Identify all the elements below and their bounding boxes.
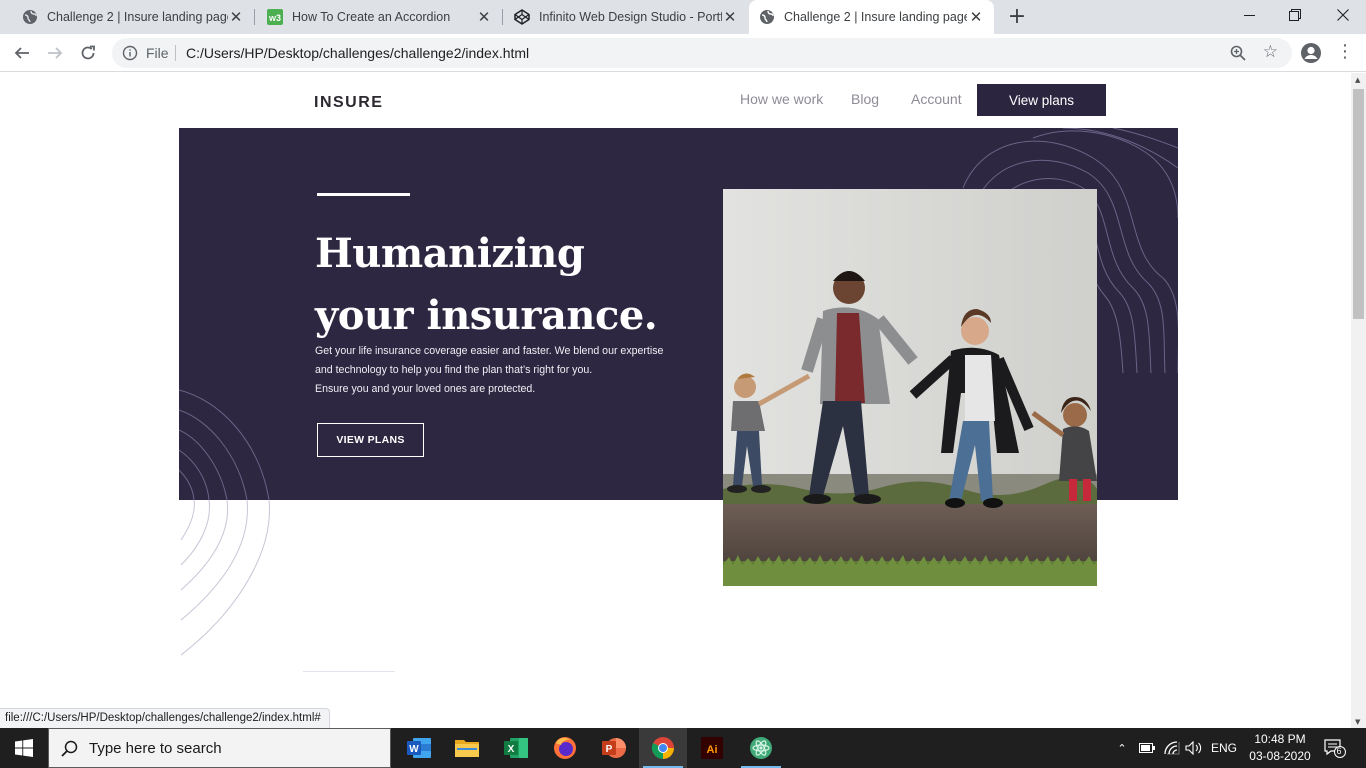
codepen-icon	[514, 9, 530, 25]
tab-title: Challenge 2 | Insure landing page	[784, 10, 967, 24]
tab-infinito[interactable]: Infinito Web Design Studio - Portfolio ✕	[502, 0, 748, 34]
view-plans-nav-button[interactable]: View plans	[977, 84, 1106, 116]
close-tab-icon[interactable]: ✕	[968, 8, 984, 26]
reload-button[interactable]	[76, 41, 100, 65]
chrome-icon[interactable]	[639, 728, 687, 768]
w3schools-icon: w3	[267, 9, 283, 25]
page-viewport: INSURE How we work Blog Account View pla…	[0, 73, 1350, 728]
section-rule	[303, 671, 395, 672]
close-tab-icon[interactable]: ✕	[228, 8, 244, 26]
url-text[interactable]: C:/Users/HP/Desktop/challenges/challenge…	[186, 45, 529, 61]
firefox-icon[interactable]	[541, 728, 589, 768]
tab-insure-active[interactable]: Challenge 2 | Insure landing page ✕	[749, 0, 994, 34]
close-tab-icon[interactable]: ✕	[722, 8, 738, 26]
contour-pattern-lower	[180, 500, 270, 656]
start-button[interactable]	[0, 728, 48, 768]
omnibox-divider	[175, 45, 176, 61]
tab-title: How To Create an Accordion	[292, 10, 451, 24]
bookmark-star-icon[interactable]: ☆	[1263, 44, 1278, 61]
tab-strip: Challenge 2 | Insure landing page ✕ w3 H…	[0, 0, 1366, 34]
family-photo	[723, 189, 1097, 586]
browser-toolbar: File C:/Users/HP/Desktop/challenges/chal…	[0, 34, 1366, 72]
tab-accordion[interactable]: w3 How To Create an Accordion ✕	[254, 0, 502, 34]
wifi-icon[interactable]	[1162, 728, 1182, 768]
file-explorer-icon[interactable]	[443, 728, 491, 768]
clock-time: 10:48 PM	[1254, 732, 1306, 746]
illustrator-icon[interactable]: Ai	[688, 728, 736, 768]
word-icon[interactable]: W	[395, 728, 443, 768]
page-scrollbar[interactable]: ▲ ▼	[1351, 73, 1366, 728]
taskbar-search-box[interactable]: Type here to search	[48, 728, 391, 768]
nav-link-how-we-work[interactable]: How we work	[740, 91, 823, 107]
action-center-icon[interactable]: 6	[1322, 728, 1348, 768]
svg-text:w3: w3	[268, 13, 281, 23]
svg-text:P: P	[606, 744, 613, 755]
hero-title-line: Humanizing	[315, 230, 585, 277]
scroll-down-arrow-icon[interactable]: ▼	[1355, 718, 1360, 726]
nav-link-account[interactable]: Account	[911, 91, 962, 107]
hero-description-line: Ensure you and your loved ones are prote…	[315, 383, 536, 395]
hero-description-line: Get your life insurance coverage easier …	[315, 345, 664, 357]
site-logo[interactable]: INSURE	[314, 94, 383, 112]
globe-icon	[759, 9, 775, 25]
info-icon[interactable]	[122, 45, 138, 61]
show-hidden-icons-chevron-icon[interactable]: ⌃	[1114, 728, 1130, 768]
hero-accent-rule	[317, 193, 410, 196]
clock-date: 03-08-2020	[1249, 749, 1311, 763]
hero-title: Humanizing your insurance.	[315, 223, 715, 347]
hero-contour-pattern-left	[179, 389, 270, 500]
globe-icon	[22, 9, 38, 25]
atom-icon[interactable]	[737, 728, 785, 768]
link-status-bar: file:///C:/Users/HP/Desktop/challenges/c…	[0, 708, 330, 728]
search-icon	[61, 740, 78, 761]
forward-button[interactable]	[43, 41, 67, 65]
volume-icon[interactable]	[1184, 728, 1204, 768]
close-tab-icon[interactable]: ✕	[476, 8, 492, 26]
hero-title-line: your insurance.	[315, 292, 658, 339]
powerpoint-icon[interactable]: P	[590, 728, 638, 768]
profile-avatar-icon[interactable]	[1300, 42, 1322, 64]
notification-count: 6	[1336, 746, 1342, 756]
scrollbar-thumb[interactable]	[1353, 89, 1364, 319]
system-clock[interactable]: 10:48 PM 03-08-2020	[1240, 731, 1320, 765]
browser-menu-icon[interactable]: ⋮	[1336, 42, 1354, 62]
tab-title: Infinito Web Design Studio - Portfolio	[539, 10, 722, 24]
svg-text:Ai: Ai	[707, 744, 718, 756]
address-bar[interactable]: File C:/Users/HP/Desktop/challenges/chal…	[112, 38, 1292, 68]
windows-taskbar: Type here to search W X P Ai ⌃ ENG 10:48…	[0, 728, 1366, 768]
search-placeholder: Type here to search	[89, 740, 222, 757]
svg-text:W: W	[409, 744, 419, 755]
zoom-icon[interactable]	[1230, 45, 1246, 65]
back-button[interactable]	[10, 41, 34, 65]
input-language[interactable]: ENG	[1208, 728, 1240, 768]
excel-icon[interactable]: X	[492, 728, 540, 768]
hero-description-line: and technology to help you find the plan…	[315, 364, 593, 376]
tab-insure-1[interactable]: Challenge 2 | Insure landing page ✕	[0, 0, 254, 34]
svg-text:X: X	[508, 744, 515, 755]
battery-icon[interactable]	[1138, 728, 1156, 768]
hero-description: Get your life insurance coverage easier …	[315, 342, 715, 399]
minimize-button[interactable]	[1226, 0, 1272, 30]
view-plans-hero-button[interactable]: VIEW PLANS	[317, 423, 424, 457]
windows-logo-icon	[15, 739, 33, 757]
nav-link-blog[interactable]: Blog	[851, 91, 879, 107]
tab-title: Challenge 2 | Insure landing page	[47, 10, 229, 24]
close-window-button[interactable]	[1320, 0, 1366, 30]
scroll-up-arrow-icon[interactable]: ▲	[1355, 76, 1360, 84]
scheme-label: File	[146, 45, 169, 61]
new-tab-button[interactable]: +	[1006, 4, 1028, 29]
restore-button[interactable]	[1272, 0, 1318, 30]
